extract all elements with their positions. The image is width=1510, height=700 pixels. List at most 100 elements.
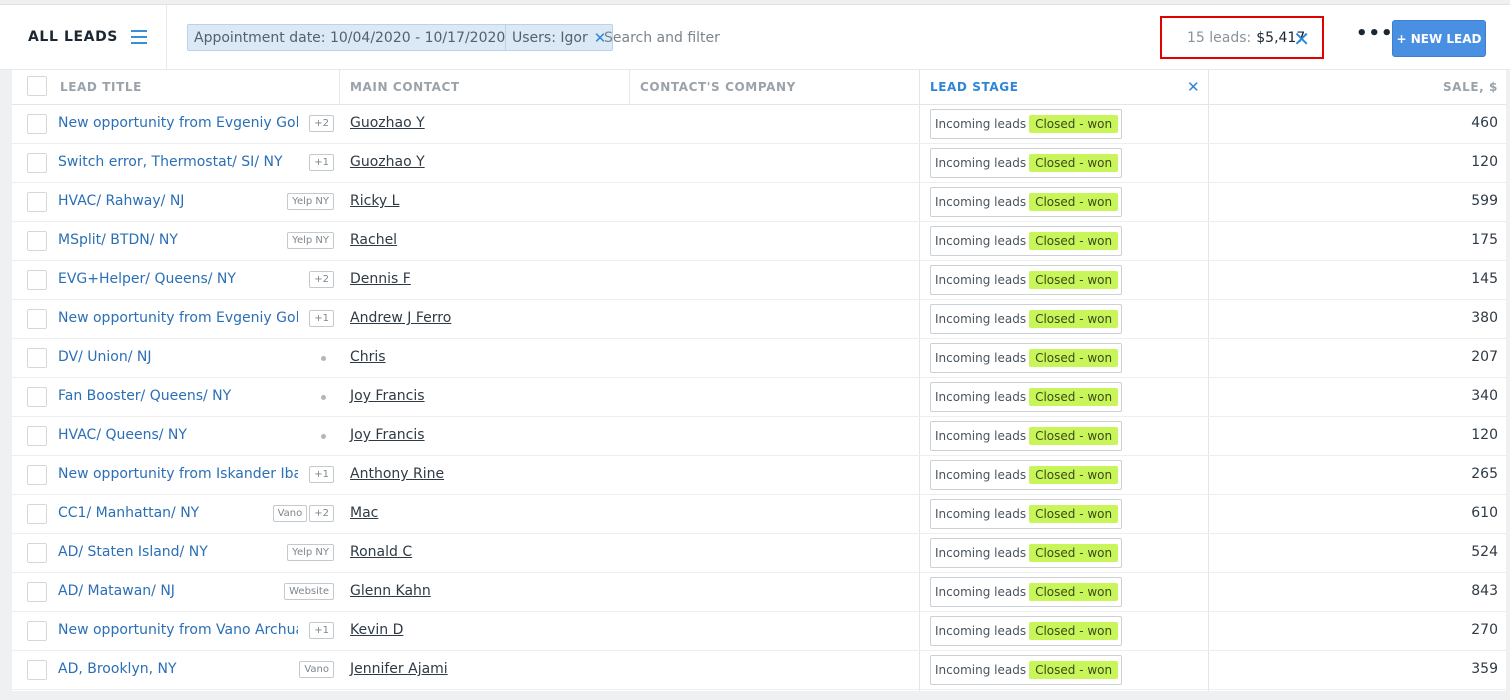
close-icon[interactable]: ✕ [1187, 70, 1200, 105]
main-contact-link[interactable]: Anthony Rine [350, 466, 444, 482]
main-contact-link[interactable]: Ricky L [350, 193, 399, 209]
main-contact-link[interactable]: Guozhao Y [350, 154, 425, 170]
row-checkbox[interactable] [27, 504, 47, 524]
lead-tag[interactable]: Yelp NY [287, 193, 334, 210]
lead-stage-selector[interactable]: Incoming leads Closed - won [930, 304, 1123, 334]
lead-title-link[interactable]: HVAC/ Queens/ NY [58, 427, 298, 447]
lead-title-link[interactable]: DV/ Union/ NJ [58, 349, 298, 369]
table-row[interactable]: Switch error, Thermostat/ SI/ NY +1 Guozha… [12, 144, 1506, 183]
lead-title-link[interactable]: AD/ Matawan/ NJ [58, 583, 298, 603]
lead-stage-selector[interactable]: Incoming leads Closed - won [930, 343, 1123, 373]
main-contact-link[interactable]: Kevin D [350, 622, 403, 638]
lead-stage-selector[interactable]: Incoming leads Closed - won [930, 577, 1123, 607]
new-lead-button[interactable]: + NEW LEAD [1392, 20, 1486, 57]
main-contact-link[interactable]: Joy Francis [350, 427, 425, 443]
table-row[interactable]: DV/ Union/ NJ Chris Incoming leads Closed -… [12, 339, 1506, 378]
table-row[interactable]: CC1/ Manhattan/ NY Vano +2 Mac Incoming lead… [12, 495, 1506, 534]
more-options-icon[interactable]: ••• [1356, 25, 1394, 43]
search-input[interactable] [604, 26, 904, 50]
lead-tag[interactable]: +1 [309, 310, 334, 327]
lead-tag[interactable]: Vano [272, 505, 308, 522]
lead-stage-selector[interactable]: Incoming leads Closed - won [930, 616, 1123, 646]
row-checkbox[interactable] [27, 114, 47, 134]
lead-tag[interactable]: +1 [309, 466, 334, 483]
table-row[interactable]: New opportunity from Evgeniy Golom +2 Guoz… [12, 105, 1506, 144]
row-checkbox[interactable] [27, 426, 47, 446]
column-header-lead-title[interactable]: LEAD TITLE [60, 70, 142, 105]
lead-title-link[interactable]: HVAC/ Rahway/ NJ [58, 193, 298, 213]
table-row[interactable]: AD/ Matawan/ NJ Website Glenn Kahn Incoming… [12, 573, 1506, 612]
row-checkbox[interactable] [27, 348, 47, 368]
lead-tag[interactable]: +2 [309, 505, 334, 522]
lead-stage-selector[interactable]: Incoming leads Closed - won [930, 460, 1123, 490]
lead-tag[interactable]: Yelp NY [287, 232, 334, 249]
main-contact-link[interactable]: Mac [350, 505, 378, 521]
main-contact-link[interactable]: Glenn Kahn [350, 583, 431, 599]
table-row[interactable]: AD, Brooklyn, NY Vano Jennifer Ajami Incomi… [12, 651, 1506, 690]
main-contact-link[interactable]: Chris [350, 349, 386, 365]
row-checkbox[interactable] [27, 192, 47, 212]
table-row[interactable]: Fan Booster/ Queens/ NY Joy Francis Incomi… [12, 378, 1506, 417]
column-header-sale[interactable]: SALE, $ [1443, 70, 1498, 105]
lead-title-link[interactable]: Fan Booster/ Queens/ NY [58, 388, 298, 408]
close-icon[interactable]: ✕ [1293, 27, 1310, 51]
row-checkbox[interactable] [27, 309, 47, 329]
lead-title-link[interactable]: New opportunity from Iskander Ibado [58, 466, 298, 486]
table-row[interactable]: MSplit/ BTDN/ NY Yelp NY Rachel Incoming le… [12, 222, 1506, 261]
filter-chip-users[interactable]: Users: Igor ✕ [505, 24, 614, 51]
main-contact-link[interactable]: Guozhao Y [350, 115, 425, 131]
lead-stage-selector[interactable]: Incoming leads Closed - won [930, 109, 1123, 139]
filter-chip-appointment-date[interactable]: Appointment date: 10/04/2020 - 10/17/202… [187, 24, 531, 51]
lead-title-link[interactable]: New opportunity from Evgeniy Golom [58, 115, 298, 135]
main-contact-link[interactable]: Ronald C [350, 544, 412, 560]
lead-tag[interactable]: Website [284, 583, 334, 600]
lead-title-link[interactable]: New opportunity from Evgeniy Golom [58, 310, 298, 330]
lead-stage-selector[interactable]: Incoming leads Closed - won [930, 226, 1123, 256]
lead-stage-selector[interactable]: Incoming leads Closed - won [930, 148, 1123, 178]
lead-title-link[interactable]: CC1/ Manhattan/ NY [58, 505, 298, 525]
main-contact-link[interactable]: Joy Francis [350, 388, 425, 404]
row-checkbox[interactable] [27, 582, 47, 602]
lead-stage-selector[interactable]: Incoming leads Closed - won [930, 265, 1123, 295]
row-checkbox[interactable] [27, 543, 47, 563]
row-checkbox[interactable] [27, 231, 47, 251]
lead-tag[interactable]: +2 [309, 271, 334, 288]
lead-tag[interactable]: Vano [299, 661, 334, 678]
lead-stage-selector[interactable]: Incoming leads Closed - won [930, 655, 1123, 685]
table-row[interactable]: New opportunity from Iskander Ibado +1 Ant… [12, 456, 1506, 495]
lead-title-link[interactable]: AD/ Staten Island/ NY [58, 544, 298, 564]
table-row[interactable]: New opportunity from Vano Archuash +1 Kevi… [12, 612, 1506, 651]
lead-title-link[interactable]: New opportunity from Vano Archuash [58, 622, 298, 642]
lead-tag[interactable]: +1 [309, 622, 334, 639]
table-row[interactable]: EVG+Helper/ Queens/ NY +2 Dennis F Incoming… [12, 261, 1506, 300]
lead-stage-selector[interactable]: Incoming leads Closed - won [930, 382, 1123, 412]
lead-stage-selector[interactable]: Incoming leads Closed - won [930, 499, 1123, 529]
lead-title-link[interactable]: Switch error, Thermostat/ SI/ NY [58, 154, 298, 174]
row-checkbox[interactable] [27, 270, 47, 290]
main-contact-link[interactable]: Andrew J Ferro [350, 310, 451, 326]
lead-title-link[interactable]: AD, Brooklyn, NY [58, 661, 298, 681]
select-all-checkbox[interactable] [27, 76, 47, 96]
hamburger-menu-icon[interactable] [131, 30, 147, 44]
lead-stage-selector[interactable]: Incoming leads Closed - won [930, 538, 1123, 568]
row-checkbox[interactable] [27, 387, 47, 407]
lead-tag[interactable]: +2 [309, 115, 334, 132]
row-checkbox[interactable] [27, 621, 47, 641]
lead-tag[interactable]: Yelp NY [287, 544, 334, 561]
lead-stage-selector[interactable]: Incoming leads Closed - won [930, 421, 1123, 451]
table-row[interactable]: HVAC/ Queens/ NY Joy Francis Incoming lead… [12, 417, 1506, 456]
lead-title-link[interactable]: MSplit/ BTDN/ NY [58, 232, 298, 252]
lead-stage-selector[interactable]: Incoming leads Closed - won [930, 187, 1123, 217]
main-contact-link[interactable]: Jennifer Ajami [350, 661, 448, 677]
lead-tag[interactable]: +1 [309, 154, 334, 171]
column-header-main-contact[interactable]: MAIN CONTACT [350, 70, 460, 105]
column-header-company[interactable]: CONTACT'S COMPANY [640, 70, 796, 105]
row-checkbox[interactable] [27, 153, 47, 173]
main-contact-link[interactable]: Dennis F [350, 271, 411, 287]
lead-title-link[interactable]: EVG+Helper/ Queens/ NY [58, 271, 298, 291]
table-row[interactable]: New opportunity from Evgeniy Golom +1 Andr… [12, 300, 1506, 339]
row-checkbox[interactable] [27, 465, 47, 485]
table-row[interactable]: HVAC/ Rahway/ NJ Yelp NY Ricky L Incoming l… [12, 183, 1506, 222]
row-checkbox[interactable] [27, 660, 47, 680]
main-contact-link[interactable]: Rachel [350, 232, 397, 248]
